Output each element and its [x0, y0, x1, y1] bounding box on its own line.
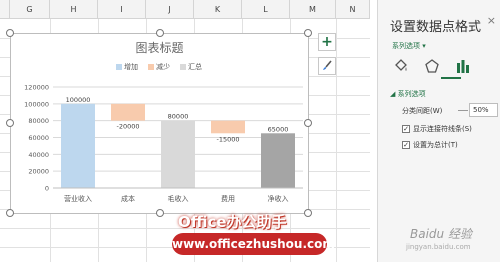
plus-icon: +: [321, 34, 333, 50]
gap-width-slider[interactable]: [458, 110, 468, 111]
watermark-baidu: Baidu 经验: [410, 227, 472, 241]
tab-series-options[interactable]: [454, 57, 472, 75]
resize-handle-top-left[interactable]: [6, 29, 14, 37]
data-label: 65000: [268, 125, 289, 133]
active-tab-indicator: [441, 77, 461, 79]
gap-width-input[interactable]: 50%: [469, 103, 498, 117]
plot-area[interactable]: 0 20000 40000 60000 80000 100000 120000 100000 营…: [11, 34, 308, 213]
resize-handle-left[interactable]: [6, 119, 14, 127]
pane-title: 设置数据点格式: [390, 20, 482, 35]
set-as-total-option[interactable]: ✓ 设置为总计(T): [402, 140, 458, 150]
watermark-brand: Office办公助手: [178, 213, 287, 231]
y-tick-label: 40000: [28, 151, 49, 159]
paint-bucket-icon: [395, 59, 407, 71]
y-tick-label: 20000: [28, 168, 49, 176]
x-tick-label: 净收入: [268, 194, 289, 203]
column-header-l[interactable]: L: [242, 0, 290, 19]
column-header-j[interactable]: J: [146, 0, 194, 19]
x-tick-label: 营业收入: [64, 194, 92, 203]
format-data-point-pane[interactable]: 设置数据点格式 × 系列选项 ▾ ◢ 系列选项 分类间距(W) 50% ✓ 显示…: [377, 0, 500, 262]
data-label: 80000: [168, 113, 189, 121]
checkbox-checked[interactable]: ✓: [402, 125, 410, 133]
x-tick-label: 毛收入: [168, 194, 189, 203]
grid-line: [336, 19, 337, 262]
chart-elements-button[interactable]: +: [318, 33, 336, 51]
resize-handle-bottom-left[interactable]: [6, 209, 14, 217]
pane-tabs: [392, 57, 472, 75]
resize-handle-top[interactable]: [156, 29, 164, 37]
column-header-m[interactable]: M: [290, 0, 336, 19]
column-header-i[interactable]: I: [98, 0, 146, 19]
data-label: -15000: [216, 135, 239, 143]
show-connector-lines-option[interactable]: ✓ 显示连接符线条(S): [402, 124, 472, 134]
series-options-dropdown[interactable]: 系列选项 ▾: [392, 41, 426, 51]
tab-fill-line[interactable]: [392, 57, 410, 75]
bar-5: [261, 133, 295, 188]
column-header-row: G H I J K L M N: [0, 0, 370, 19]
y-tick-label: 80000: [28, 117, 49, 125]
data-label: 100000: [66, 96, 91, 104]
column-header-n[interactable]: N: [336, 0, 370, 19]
gap-width-label: 分类间距(W): [402, 107, 443, 115]
bar-2: [111, 103, 145, 121]
corner-cell: [0, 0, 10, 19]
data-label: -20000: [116, 123, 139, 131]
bar-3: [161, 120, 195, 188]
tab-effects[interactable]: [423, 57, 441, 75]
y-tick-label: 100000: [24, 100, 49, 108]
x-tick-label: 成本: [121, 194, 135, 203]
brush-icon: [323, 60, 332, 70]
y-tick-label: 120000: [24, 84, 49, 92]
bar-4: [211, 120, 245, 134]
section-header-series-options[interactable]: ◢ 系列选项: [390, 89, 426, 99]
watermark-baidu-url: jingyan.baidu.com: [406, 243, 471, 251]
column-header-h[interactable]: H: [50, 0, 98, 19]
close-icon[interactable]: ×: [487, 14, 496, 27]
resize-handle-bottom-right[interactable]: [304, 209, 312, 217]
resize-handle-bottom[interactable]: [156, 209, 164, 217]
chart-styles-button[interactable]: [318, 57, 336, 75]
resize-handle-right[interactable]: [304, 119, 312, 127]
x-tick-label: 费用: [221, 194, 235, 203]
checkbox-label: 显示连接符线条(S): [413, 125, 472, 133]
y-tick-label: 60000: [28, 134, 49, 142]
checkbox-label: 设置为总计(T): [413, 141, 458, 149]
bar-chart-icon: [457, 60, 469, 73]
column-header-g[interactable]: G: [10, 0, 50, 19]
y-tick-label: 0: [45, 185, 49, 193]
waterfall-chart[interactable]: 图表标题 增加 减少 汇总 0 20000 40000 60000 80000 10000…: [6, 29, 312, 217]
resize-handle-top-right[interactable]: [304, 29, 312, 37]
bar-1: [61, 103, 95, 188]
watermark-url: www.officezhushou.com: [172, 233, 335, 255]
column-header-k[interactable]: K: [194, 0, 242, 19]
pentagon-icon: [425, 59, 439, 73]
checkbox-checked[interactable]: ✓: [402, 141, 410, 149]
